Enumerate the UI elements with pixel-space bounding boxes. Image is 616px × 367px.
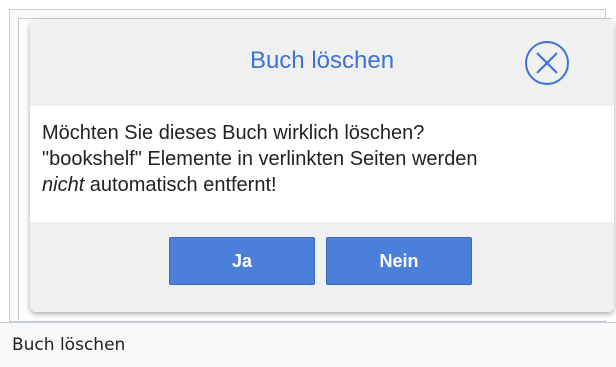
image-caption: Buch löschen xyxy=(0,322,616,367)
yes-button[interactable]: Ja xyxy=(169,237,315,285)
message-line-1: Möchten Sie dieses Buch wirklich löschen… xyxy=(42,122,425,144)
close-button[interactable] xyxy=(523,39,571,87)
message-emphasis: nicht xyxy=(42,174,85,196)
delete-book-dialog: Buch löschen Möchten Sie dieses Buch wir… xyxy=(30,20,614,312)
close-circle-icon xyxy=(525,41,569,85)
dialog-header: Buch löschen xyxy=(30,20,614,106)
message-line-2: "bookshelf" Elemente in verlinkten Seite… xyxy=(42,148,478,170)
confirmation-message: Möchten Sie dieses Buch wirklich löschen… xyxy=(42,120,602,198)
dialog-footer: Ja Nein xyxy=(30,222,614,312)
message-line-3: automatisch entfernt! xyxy=(84,174,277,196)
caption-text: Buch löschen xyxy=(12,335,126,355)
no-button[interactable]: Nein xyxy=(326,237,472,285)
dialog-body: Möchten Sie dieses Buch wirklich löschen… xyxy=(30,106,614,222)
